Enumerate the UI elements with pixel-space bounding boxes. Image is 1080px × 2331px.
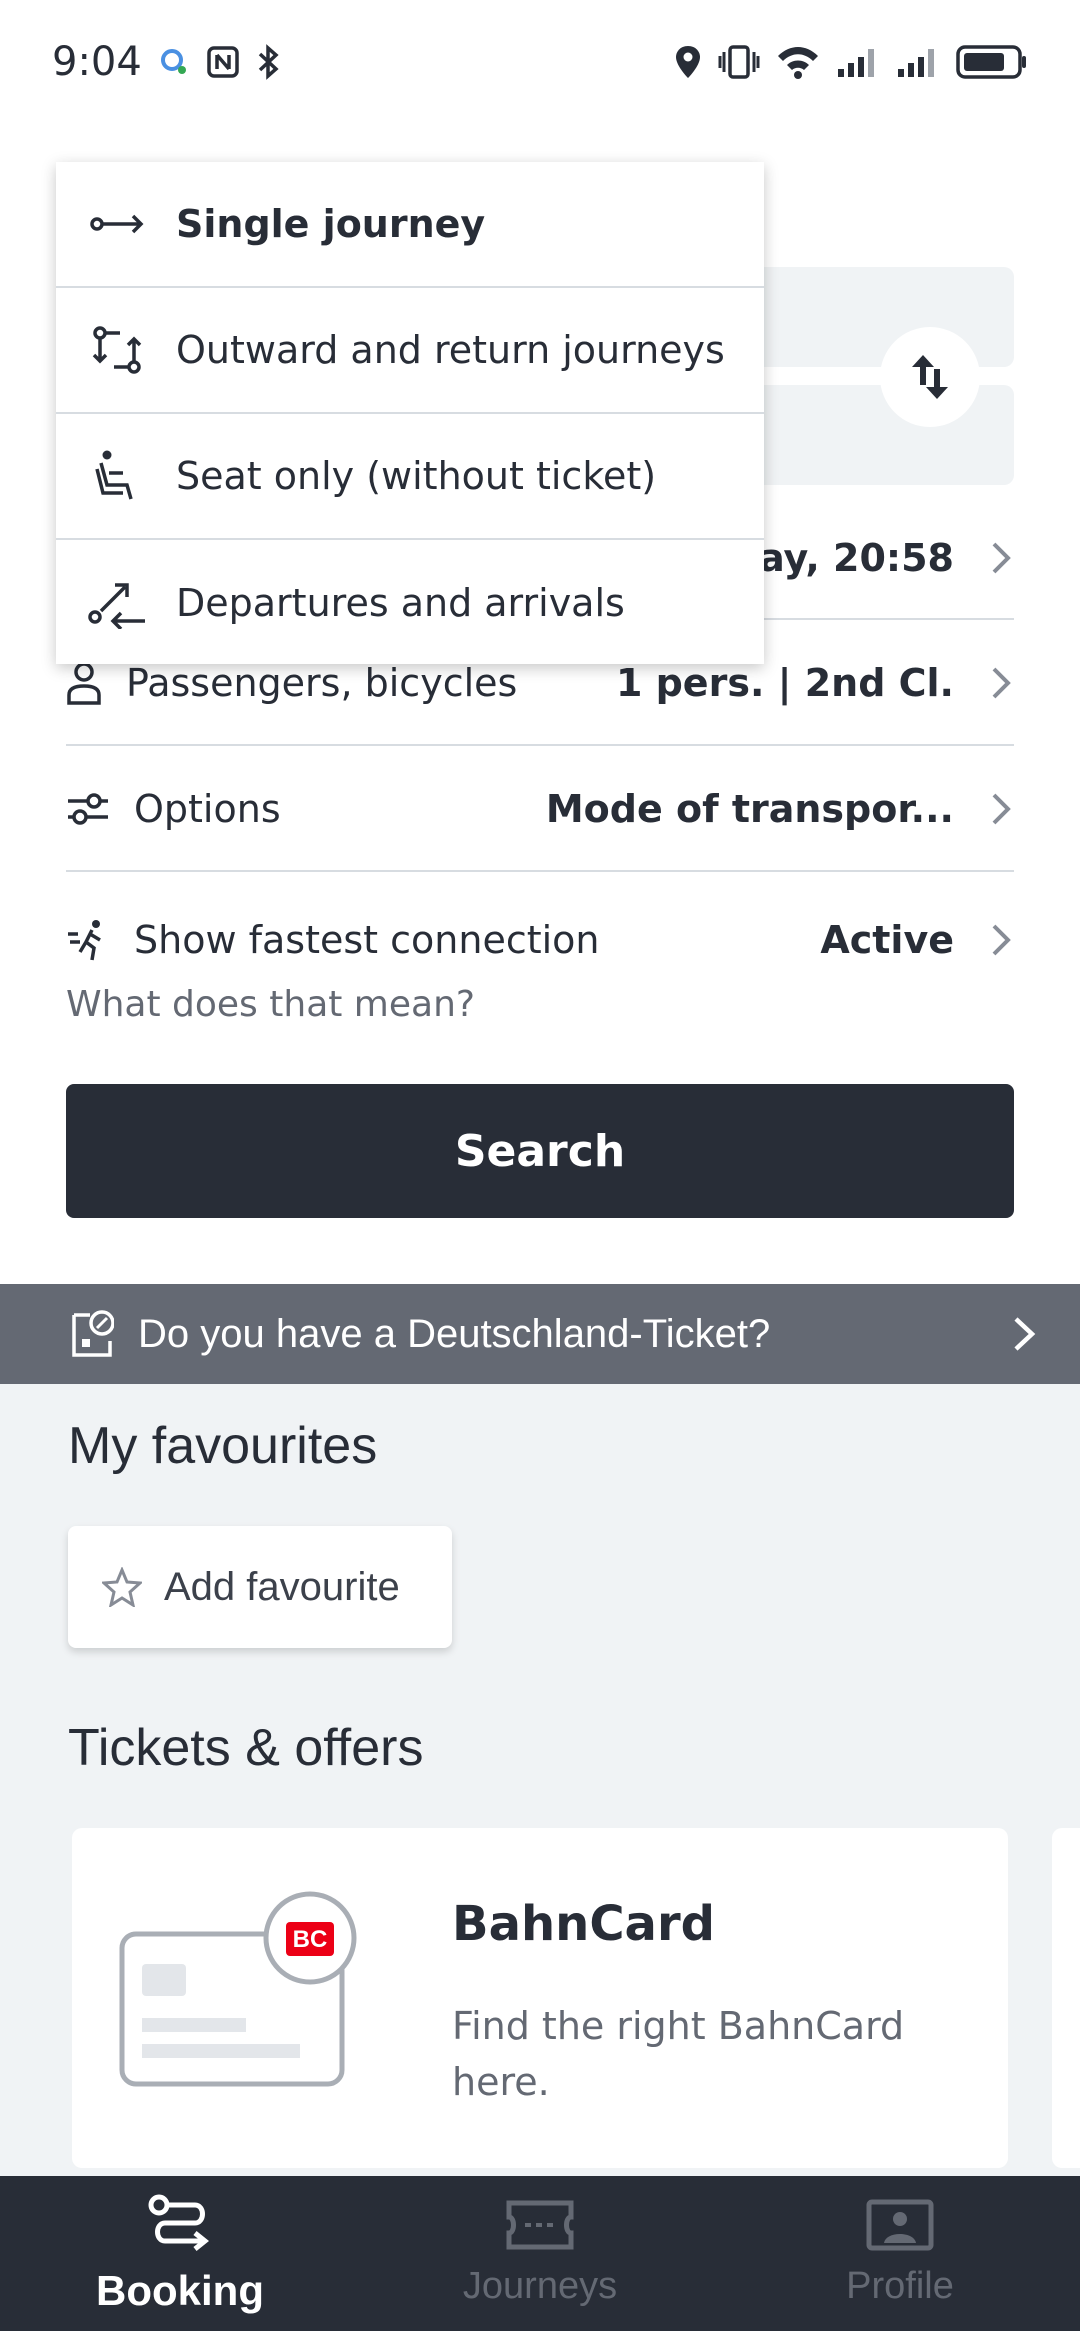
ticket-percent-icon [72, 1310, 114, 1357]
passengers-label: Passengers, bicycles [126, 661, 518, 705]
offer-description: Find the right BahnCard here. [452, 2004, 905, 2104]
location-icon [676, 46, 700, 78]
star-icon [102, 1567, 142, 1607]
chevron-right-icon [992, 667, 1011, 699]
bluetooth-icon [258, 44, 279, 80]
menu-item-label: Outward and return journeys [176, 328, 725, 372]
menu-item-seat-only[interactable]: Seat only (without ticket) [56, 414, 764, 540]
divider [66, 870, 1014, 872]
assistant-icon [160, 49, 186, 74]
bottom-navigation: Booking Journeys Profile [0, 2176, 1080, 2331]
journey-type-menu: Single journey Outward and return journe… [56, 162, 764, 664]
options-label: Options [134, 787, 281, 831]
wifi-icon [778, 47, 818, 79]
chevron-right-icon [992, 542, 1011, 574]
chevron-right-icon [992, 793, 1011, 825]
swap-stations-button[interactable] [880, 327, 980, 427]
options-value: Mode of transpor... [545, 787, 954, 831]
favourites-title: My favourites [68, 1417, 378, 1475]
menu-item-label: Departures and arrivals [176, 581, 625, 625]
fastest-connection-value: Active [820, 918, 954, 962]
chevron-right-icon [992, 924, 1011, 956]
datetime-value: ay, 20:58 [759, 536, 954, 580]
fastest-connection-label: Show fastest connection [134, 918, 600, 962]
menu-item-label: Seat only (without ticket) [176, 454, 657, 498]
nav-journeys-label: Journeys [462, 2265, 618, 2307]
options-row[interactable]: Options Mode of transpor... [66, 750, 1014, 868]
status-time: 9:04 [52, 39, 142, 85]
bahncard-offer-card[interactable]: BC BahnCard Find the right BahnCard here… [72, 1828, 1008, 2168]
nav-booking[interactable]: Booking [0, 2176, 360, 2331]
next-offer-card[interactable] [1052, 1828, 1080, 2168]
passengers-value: 1 pers. | 2nd Cl. [615, 661, 954, 705]
chevron-right-icon [1014, 1317, 1036, 1351]
home-content: My favourites Add favourite Tickets & of… [0, 1384, 1080, 2176]
departures-arrivals-icon [88, 583, 145, 629]
running-person-icon [68, 920, 101, 961]
person-icon [67, 662, 101, 705]
divider [66, 744, 1014, 746]
deutschland-ticket-text: Do you have a Deutschland-Ticket? [138, 1311, 771, 1356]
offer-title: BahnCard [452, 1896, 715, 1952]
deutschland-ticket-banner[interactable]: Do you have a Deutschland-Ticket? [0, 1284, 1080, 1384]
signal-icon-1 [838, 49, 874, 77]
battery-icon [956, 45, 1026, 79]
vibrate-icon [718, 45, 760, 79]
sliders-icon [68, 793, 108, 825]
swap-arrows-icon [912, 355, 948, 399]
status-bar: 9:04 [0, 0, 1080, 124]
bahncard-illustration-icon: BC [119, 1891, 357, 2087]
nav-profile[interactable]: Profile [720, 2176, 1080, 2331]
menu-item-single-journey[interactable]: Single journey [56, 162, 764, 288]
search-button[interactable]: Search [66, 1084, 1014, 1218]
add-favourite-label: Add favourite [164, 1564, 400, 1609]
nav-booking-label: Booking [96, 2266, 264, 2314]
fastest-help-link[interactable]: What does that mean? [66, 984, 475, 1025]
signal-icon-2 [898, 49, 934, 77]
nav-journeys[interactable]: Journeys [360, 2176, 720, 2331]
return-journey-icon [92, 326, 142, 374]
bahncard-badge: BC [293, 1926, 328, 1953]
nav-profile-label: Profile [846, 2265, 954, 2307]
menu-item-label: Single journey [176, 202, 486, 246]
nfc-icon [207, 46, 239, 78]
menu-item-departures-arrivals[interactable]: Departures and arrivals [56, 540, 764, 666]
ticket-icon [506, 2200, 574, 2250]
single-journey-icon [90, 214, 144, 234]
offers-title: Tickets & offers [68, 1719, 424, 1777]
profile-card-icon [866, 2199, 934, 2251]
add-favourite-button[interactable]: Add favourite [68, 1526, 452, 1648]
menu-item-return-journeys[interactable]: Outward and return journeys [56, 288, 764, 414]
fastest-connection-row[interactable]: Show fastest connection Active [66, 885, 1014, 995]
route-icon [148, 2194, 210, 2251]
seat-icon [95, 450, 133, 500]
